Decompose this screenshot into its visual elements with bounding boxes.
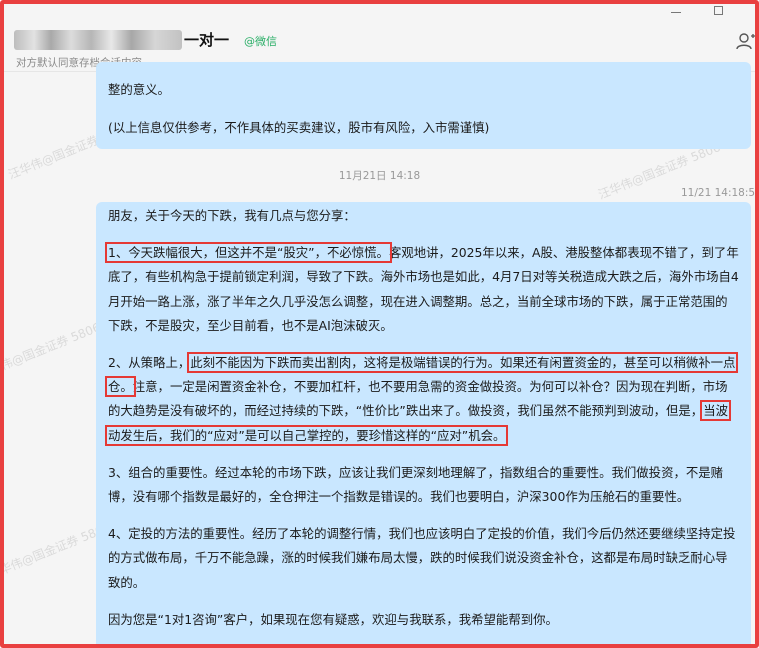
highlight-box: 1、今天跌幅很大，但这并不是“股灾”，不必惊慌。: [105, 242, 392, 264]
point-4: 4、定投的方法的重要性。经历了本轮的调整行情，我们也应该明白了定投的价值，我们今…: [108, 526, 736, 590]
message-timestamp: 11/21 14:18:54: [681, 187, 755, 199]
maximize-icon[interactable]: [714, 6, 723, 15]
point-3: 3、组合的重要性。经过本轮的市场下跌，应该让我们更深刻地理解了，指数组合的重要性…: [108, 464, 724, 505]
contact-icon[interactable]: [736, 32, 755, 50]
disclaimer-text: (以上信息仅供参考，不作具体的买卖建议，股市有风险，入市需谨慎): [108, 120, 490, 136]
time-divider: 11月21日 14:18: [338, 170, 421, 182]
minimize-icon[interactable]: [671, 12, 681, 13]
chat-window: 一对一 @微信 对方默认同意存档会话内容 汪华伟@国金证券 5806 汪华伟@国…: [4, 4, 755, 644]
greeting-text: 朋友，关于今天的下跌，我有几点与您分享：: [108, 208, 356, 223]
chat-title: 一对一: [184, 31, 230, 49]
message-text: 整的意义。: [108, 82, 170, 97]
message-text: 注意，一定是闲置资金补仓，不要加杠杆，也不要用急需的资金做投资。为何可以补仓？因…: [108, 379, 728, 419]
point-1: 1、今天跌幅很大，但这并不是“股灾”，不必惊慌。客观地讲，2025年以来，A股、…: [105, 241, 739, 338]
closing-text: 因为您是“1对1咨询”客户，如果现在您有疑惑，欢迎与我联系，我希望能帮到你。: [108, 611, 558, 627]
blurred-contact-name: [14, 30, 182, 50]
previous-message-bubble[interactable]: 整的意义。 (以上信息仅供参考，不作具体的买卖建议，股市有风险，入市需谨慎): [96, 62, 751, 149]
current-message-bubble[interactable]: 朋友，关于今天的下跌，我有几点与您分享： 1、今天跌幅很大，但这并不是“股灾”，…: [96, 202, 751, 644]
message-text: 2、从策略上，: [108, 355, 191, 371]
wechat-source-tag: @微信: [244, 35, 277, 48]
watermark: 汪华伟@国金证券 5806: [4, 320, 103, 382]
point-2: 2、从策略上，此刻不能因为下跌而卖出割肉，这将是极端错误的行为。如果还有闲置资金…: [104, 351, 739, 448]
message-area[interactable]: 汪华伟@国金证券 5806 汪华伟@国金证券 5806 汪华伟@国金证券 580…: [4, 62, 755, 644]
